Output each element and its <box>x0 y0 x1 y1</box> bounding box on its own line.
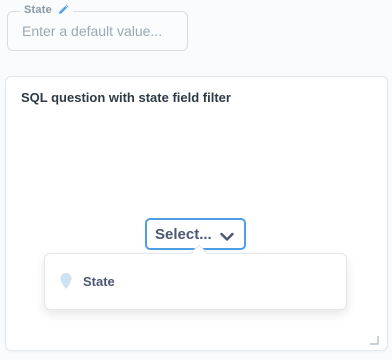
dropdown-popover: State <box>44 244 347 310</box>
dashboard-card: SQL question with state field filter Sel… <box>5 76 388 351</box>
dropdown-item-state[interactable]: State <box>59 272 115 290</box>
parameter-label: State <box>24 4 52 16</box>
parameter-widget[interactable]: State Enter a default value... <box>7 4 188 51</box>
page: State Enter a default value... SQL quest… <box>0 0 392 360</box>
default-value-input[interactable]: Enter a default value... <box>22 23 162 39</box>
card-title: SQL question with state field filter <box>21 90 231 105</box>
dropdown-item-label: State <box>83 273 115 289</box>
location-pin-icon <box>59 272 73 290</box>
resize-corner-icon[interactable] <box>369 332 379 345</box>
parameter-legend: State <box>20 4 73 16</box>
select-button[interactable]: Select... <box>145 218 246 250</box>
chevron-down-icon <box>220 229 234 241</box>
pencil-icon[interactable] <box>57 4 69 16</box>
select-label: Select... <box>155 225 212 243</box>
